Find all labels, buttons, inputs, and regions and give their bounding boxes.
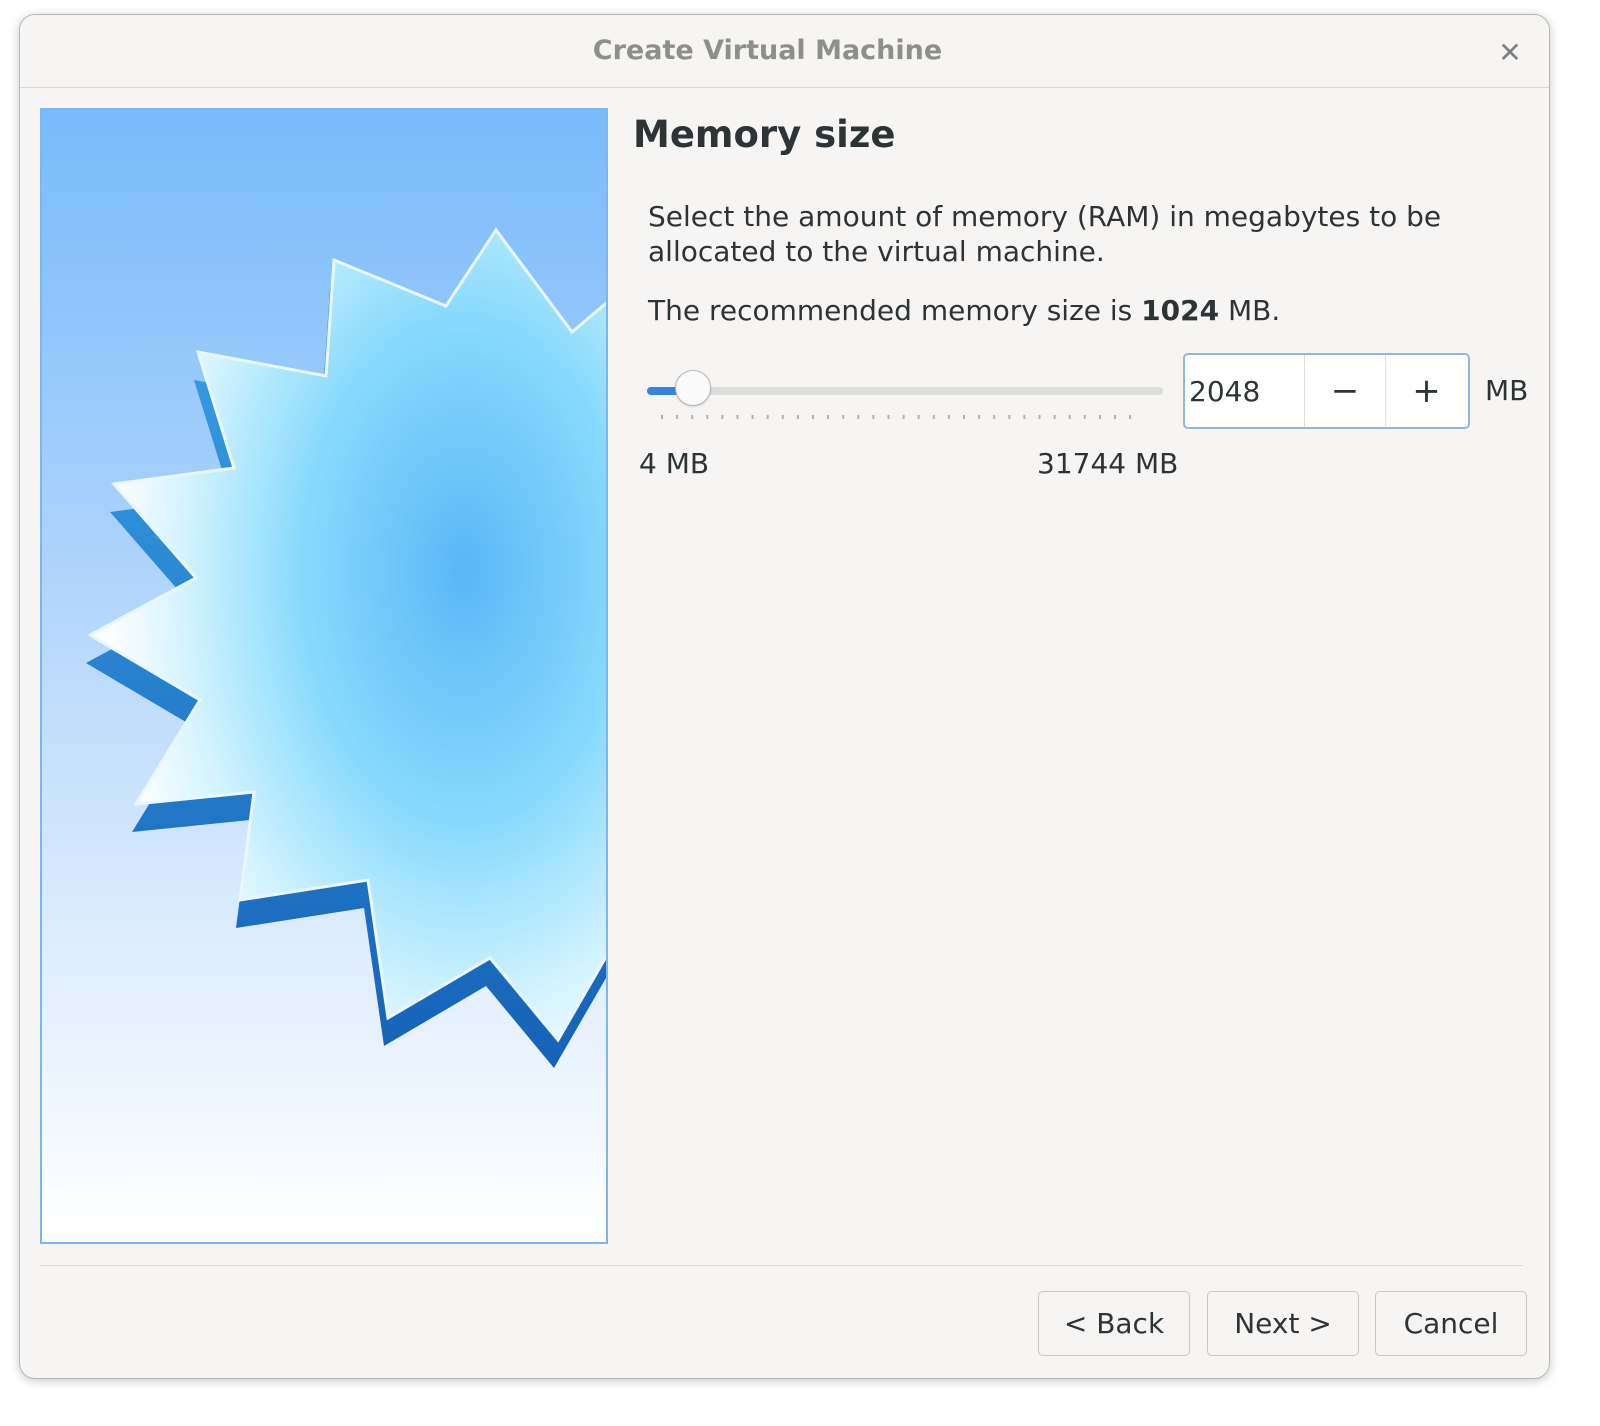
memory-input[interactable]	[1185, 355, 1305, 427]
slider-thumb[interactable]	[675, 370, 711, 406]
plus-icon: +	[1412, 371, 1441, 411]
slider-max-label: 31744 MB	[1037, 447, 1179, 480]
description-text: Select the amount of memory (RAM) in meg…	[648, 200, 1442, 268]
memory-spinbox: − +	[1183, 353, 1470, 429]
decrement-button[interactable]: −	[1305, 355, 1386, 427]
increment-button[interactable]: +	[1386, 355, 1467, 427]
create-vm-dialog: Create Virtual Machine ✕ Memory size Sel…	[19, 14, 1550, 1379]
recommended-value: 1024	[1141, 294, 1220, 327]
titlebar: Create Virtual Machine ✕	[20, 15, 1549, 88]
wizard-banner-image	[40, 108, 608, 1244]
page-title: Memory size	[633, 113, 896, 156]
button-divider	[40, 1265, 1523, 1266]
cancel-button[interactable]: Cancel	[1375, 1291, 1527, 1356]
recommended-memory-text: The recommended memory size is 1024 MB.	[648, 294, 1280, 327]
recommend-suffix: MB.	[1219, 294, 1281, 327]
close-icon: ✕	[1498, 35, 1522, 69]
window-title: Create Virtual Machine	[592, 35, 943, 66]
back-button[interactable]: < Back	[1038, 1291, 1190, 1356]
minus-icon: −	[1330, 371, 1360, 411]
memory-slider[interactable]	[647, 367, 1167, 419]
slider-min-label: 4 MB	[639, 447, 710, 480]
memory-unit-label: MB	[1485, 374, 1529, 407]
recommend-prefix: The recommended memory size is	[648, 294, 1142, 327]
close-button[interactable]: ✕	[1493, 35, 1527, 69]
next-button[interactable]: Next >	[1207, 1291, 1359, 1356]
slider-ticks	[661, 415, 1132, 419]
